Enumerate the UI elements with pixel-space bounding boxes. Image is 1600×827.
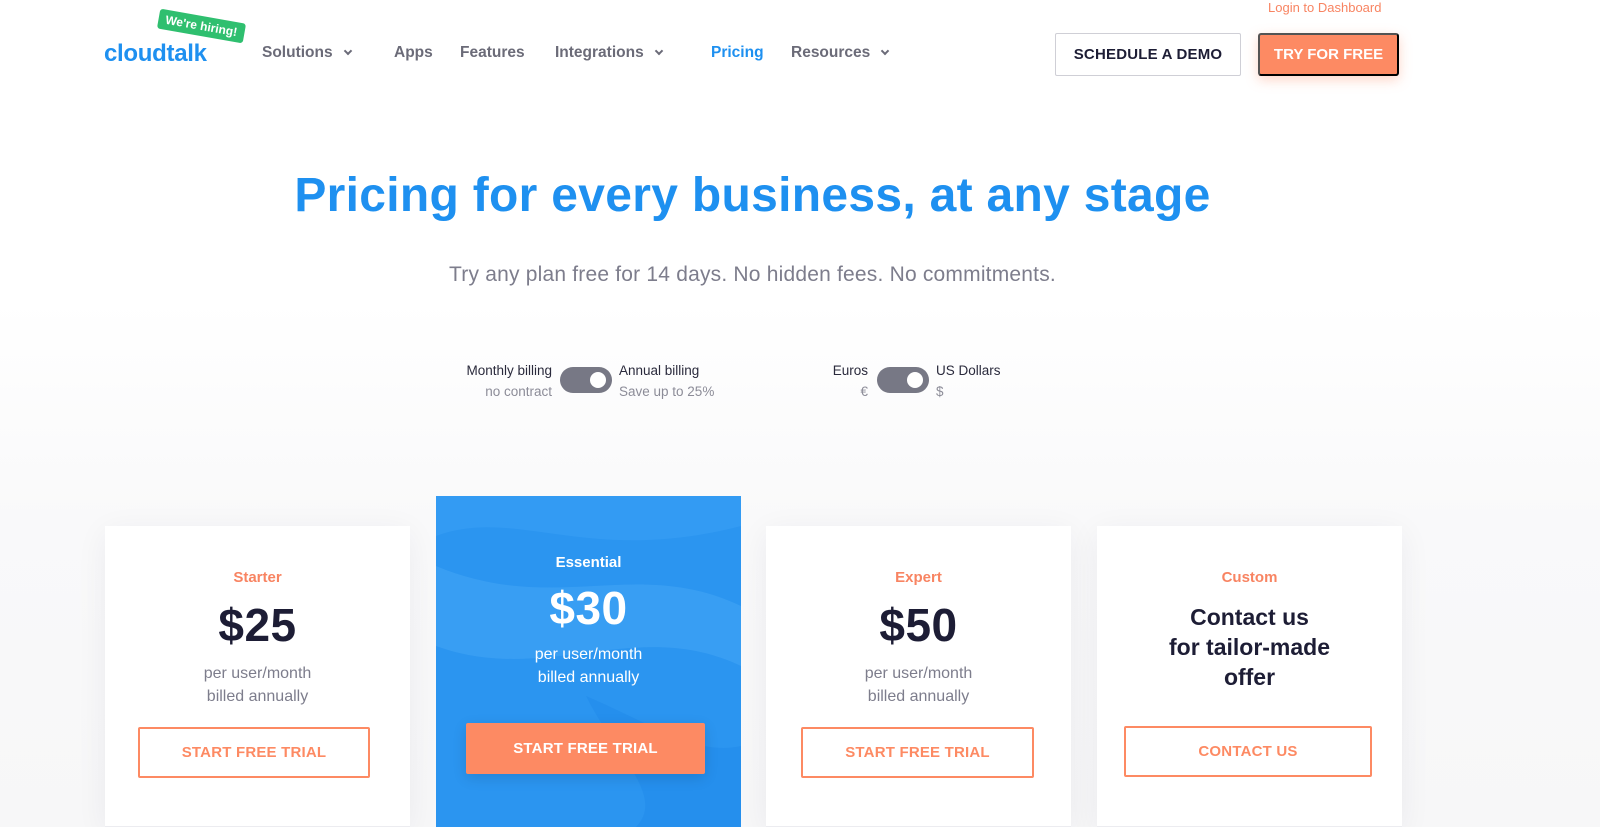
nav-integrations-label: Integrations bbox=[555, 44, 644, 61]
annual-billing-sublabel: Save up to 25% bbox=[619, 384, 715, 399]
contact-line-1: Contact us bbox=[1190, 604, 1309, 630]
plan-card-essential: Essential $30 per user/month billed annu… bbox=[436, 496, 741, 827]
nav-pricing[interactable]: Pricing bbox=[711, 44, 764, 62]
contact-us-button[interactable]: CONTACT US bbox=[1124, 726, 1372, 777]
plan-name: Starter bbox=[233, 569, 282, 586]
us-dollars-option[interactable]: US Dollars $ bbox=[936, 360, 1036, 402]
start-free-trial-button[interactable]: START FREE TRIAL bbox=[138, 727, 370, 778]
cloudtalk-logo[interactable]: cloudtalk bbox=[104, 40, 207, 68]
page-title: Pricing for every business, at any stage bbox=[294, 169, 1211, 222]
start-free-trial-button[interactable]: START FREE TRIAL bbox=[801, 727, 1034, 778]
nav-apps[interactable]: Apps bbox=[394, 44, 433, 62]
monthly-billing-sublabel: no contract bbox=[485, 384, 552, 399]
nav-apps-label: Apps bbox=[394, 44, 433, 61]
plan-card-custom: Custom Contact us for tailor-made offer … bbox=[1097, 526, 1402, 827]
plan-note-line2: billed annually bbox=[867, 688, 970, 705]
us-dollars-sublabel: $ bbox=[936, 384, 944, 399]
annual-billing-label: Annual billing bbox=[619, 363, 700, 378]
start-free-trial-button[interactable]: START FREE TRIAL bbox=[466, 723, 705, 774]
annual-billing-option[interactable]: Annual billing Save up to 25% bbox=[619, 360, 749, 402]
contact-line-2: for tailor-made bbox=[1168, 634, 1331, 660]
plan-card-starter: Starter $25 per user/month billed annual… bbox=[105, 526, 410, 827]
plan-note-line2: billed annually bbox=[206, 688, 309, 705]
monthly-billing-option[interactable]: Monthly billing no contract bbox=[431, 360, 552, 402]
chevron-down-icon bbox=[654, 46, 663, 56]
euros-label: Euros bbox=[832, 363, 868, 378]
us-dollars-label: US Dollars bbox=[936, 363, 1001, 378]
try-for-free-button[interactable]: TRY FOR FREE bbox=[1258, 33, 1399, 76]
plan-note-line1: per user/month bbox=[203, 665, 312, 682]
nav-resources[interactable]: Resources bbox=[791, 44, 890, 62]
login-to-dashboard-link[interactable]: Login to Dashboard bbox=[1268, 0, 1381, 15]
plan-name: Custom bbox=[1221, 569, 1278, 586]
schedule-demo-button[interactable]: SCHEDULE A DEMO bbox=[1055, 33, 1241, 76]
contact-line-3: offer bbox=[1223, 664, 1276, 690]
nav-resources-label: Resources bbox=[791, 44, 871, 61]
toggle-knob bbox=[590, 372, 606, 388]
euros-option[interactable]: Euros € bbox=[800, 360, 868, 402]
nav-solutions-label: Solutions bbox=[262, 44, 333, 61]
nav-pricing-label: Pricing bbox=[711, 44, 764, 61]
monthly-billing-label: Monthly billing bbox=[466, 363, 552, 378]
currency-toggle-switch[interactable] bbox=[877, 367, 929, 393]
plan-name: Essential bbox=[555, 554, 622, 571]
plan-price: $25 bbox=[218, 599, 297, 651]
nav-integrations[interactable]: Integrations bbox=[555, 44, 663, 62]
plan-note-line1: per user/month bbox=[864, 665, 973, 682]
plan-card-expert: Expert $50 per user/month billed annuall… bbox=[766, 526, 1071, 827]
hiring-badge[interactable]: We're hiring! bbox=[156, 8, 246, 44]
plan-name: Expert bbox=[895, 569, 942, 586]
billing-toggle-switch[interactable] bbox=[560, 367, 612, 393]
plan-note-line2: billed annually bbox=[537, 669, 640, 686]
plan-price: $50 bbox=[879, 599, 958, 651]
plan-note-line1: per user/month bbox=[534, 646, 643, 663]
page-subtitle: Try any plan free for 14 days. No hidden… bbox=[449, 263, 1056, 286]
toggle-knob bbox=[907, 372, 923, 388]
chevron-down-icon bbox=[881, 46, 890, 56]
nav-features[interactable]: Features bbox=[460, 44, 525, 62]
chevron-down-icon bbox=[343, 46, 352, 56]
plan-price: $30 bbox=[549, 582, 628, 634]
euros-sublabel: € bbox=[860, 384, 868, 399]
nav-solutions[interactable]: Solutions bbox=[262, 44, 352, 62]
nav-features-label: Features bbox=[460, 44, 525, 61]
